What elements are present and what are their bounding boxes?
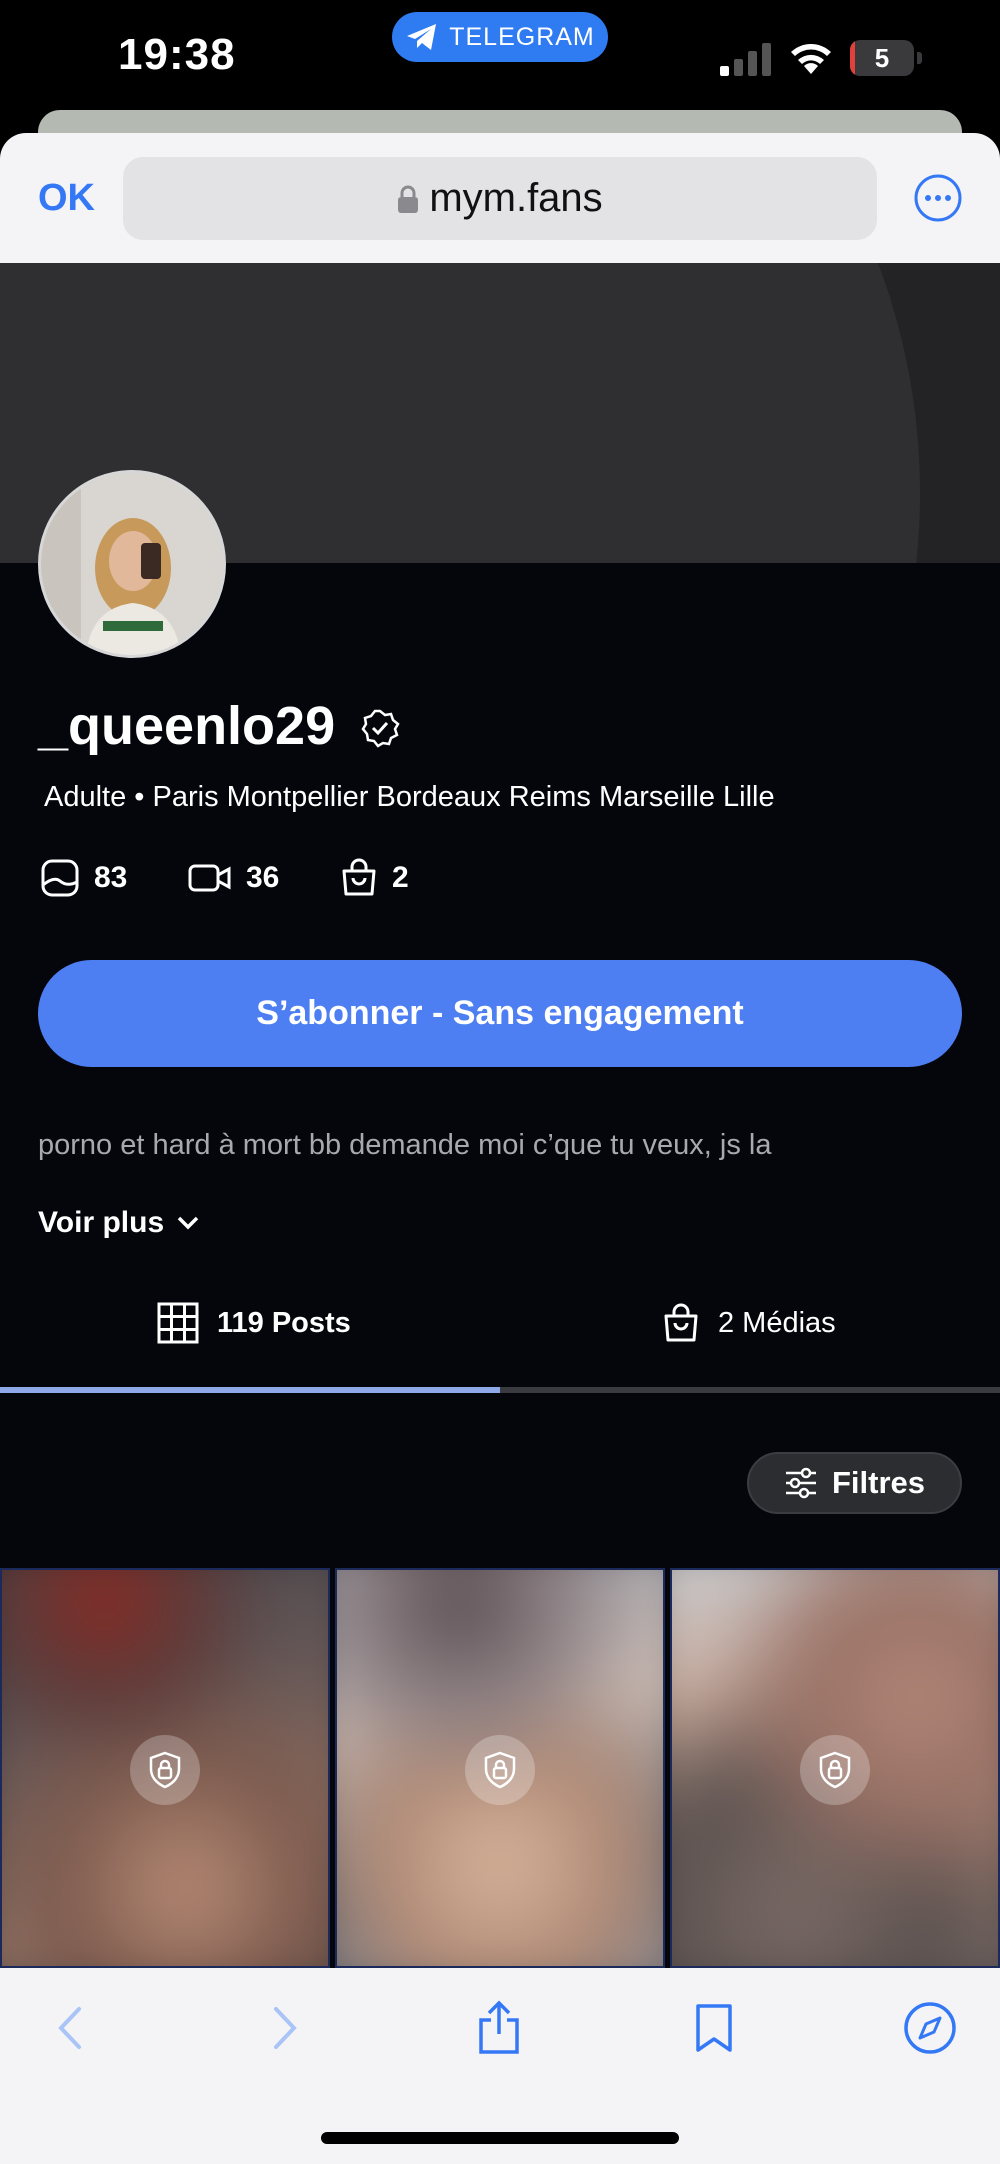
profile-bio: porno et hard à mort bb demande moi c’qu… xyxy=(38,1129,772,1161)
avatar-photo xyxy=(41,473,223,655)
locked-content-badge xyxy=(130,1735,200,1805)
post-thumbnail[interactable] xyxy=(335,1568,665,1968)
locked-content-badge xyxy=(465,1735,535,1805)
telegram-pill-label: TELEGRAM xyxy=(449,22,595,51)
filters-label: Filtres xyxy=(831,1465,926,1500)
telegram-return-pill[interactable]: TELEGRAM xyxy=(392,12,608,62)
stat-photos-value: 83 xyxy=(94,861,128,894)
forward-icon xyxy=(274,2007,297,2049)
url-text: mym.fans xyxy=(429,176,603,220)
lock-icon xyxy=(398,185,419,213)
grid-icon xyxy=(157,1302,199,1344)
sliders-icon xyxy=(785,1467,816,1499)
video-icon xyxy=(188,864,231,892)
stat-medias: 2 xyxy=(340,858,409,898)
lock-shield-icon xyxy=(819,1751,851,1789)
profile-subtitle: Adulte • Paris Montpellier Bordeaux Reim… xyxy=(44,781,775,813)
voir-plus-button[interactable]: Voir plus xyxy=(38,1206,200,1240)
lock-shield-icon xyxy=(149,1751,181,1789)
battery-indicator: 5 xyxy=(850,40,924,76)
bag-icon xyxy=(664,1303,698,1342)
locked-content-badge xyxy=(800,1735,870,1805)
filters-button[interactable]: Filtres xyxy=(747,1452,962,1514)
voir-plus-label: Voir plus xyxy=(38,1206,165,1239)
ok-button[interactable]: OK xyxy=(38,177,95,220)
tab-medias[interactable]: 2 Médias xyxy=(662,1283,836,1363)
bag-icon xyxy=(342,858,376,896)
tab-posts-label: 119 Posts xyxy=(217,1306,351,1339)
wifi-icon xyxy=(791,44,831,74)
tab-track xyxy=(500,1387,1000,1393)
post-thumbnail[interactable] xyxy=(670,1568,1000,1968)
compass-icon xyxy=(904,2002,956,2054)
profile-page: _queenlo29 Adulte • Paris Montpellier Bo… xyxy=(0,263,1000,1968)
forward-button[interactable] xyxy=(255,1998,315,2058)
posts-grid xyxy=(0,1568,1000,1968)
tab-active-indicator xyxy=(0,1387,500,1393)
telegram-icon xyxy=(407,24,437,50)
tab-medias-label: 2 Médias xyxy=(718,1306,836,1339)
share-icon xyxy=(479,2000,519,2054)
share-button[interactable] xyxy=(469,1998,529,2058)
browser-header: OK mym.fans xyxy=(0,133,1000,263)
photo-icon xyxy=(41,859,79,897)
more-icon[interactable] xyxy=(913,173,963,223)
battery-percent: 5 xyxy=(874,42,890,73)
subscribe-button[interactable]: S’abonner - Sans engagement xyxy=(38,960,962,1067)
verified-badge-icon xyxy=(361,709,400,748)
cellular-signal-icon xyxy=(720,43,771,76)
back-button[interactable] xyxy=(40,1998,100,2058)
status-bar: 19:38 TELEGRAM 5 xyxy=(0,0,1000,125)
stat-photos: 83 xyxy=(40,858,127,898)
post-thumbnail[interactable] xyxy=(0,1568,330,1968)
chevron-down-icon xyxy=(177,1216,199,1230)
tab-posts[interactable]: 119 Posts xyxy=(157,1283,351,1363)
stat-videos: 36 xyxy=(188,858,279,898)
content-tabs: 119 Posts 2 Médias xyxy=(0,1283,1000,1363)
back-icon xyxy=(58,2007,81,2049)
stat-videos-value: 36 xyxy=(246,861,280,894)
avatar[interactable] xyxy=(38,470,226,658)
stat-medias-value: 2 xyxy=(392,861,409,894)
bookmarks-icon xyxy=(696,2004,732,2052)
open-in-safari-button[interactable] xyxy=(900,1998,960,2058)
status-time: 19:38 xyxy=(118,30,236,79)
bookmarks-button[interactable] xyxy=(684,1998,744,2058)
profile-username: _queenlo29 xyxy=(38,696,336,756)
lock-shield-icon xyxy=(484,1751,516,1789)
home-indicator xyxy=(321,2132,679,2144)
url-field[interactable]: mym.fans xyxy=(123,157,877,240)
